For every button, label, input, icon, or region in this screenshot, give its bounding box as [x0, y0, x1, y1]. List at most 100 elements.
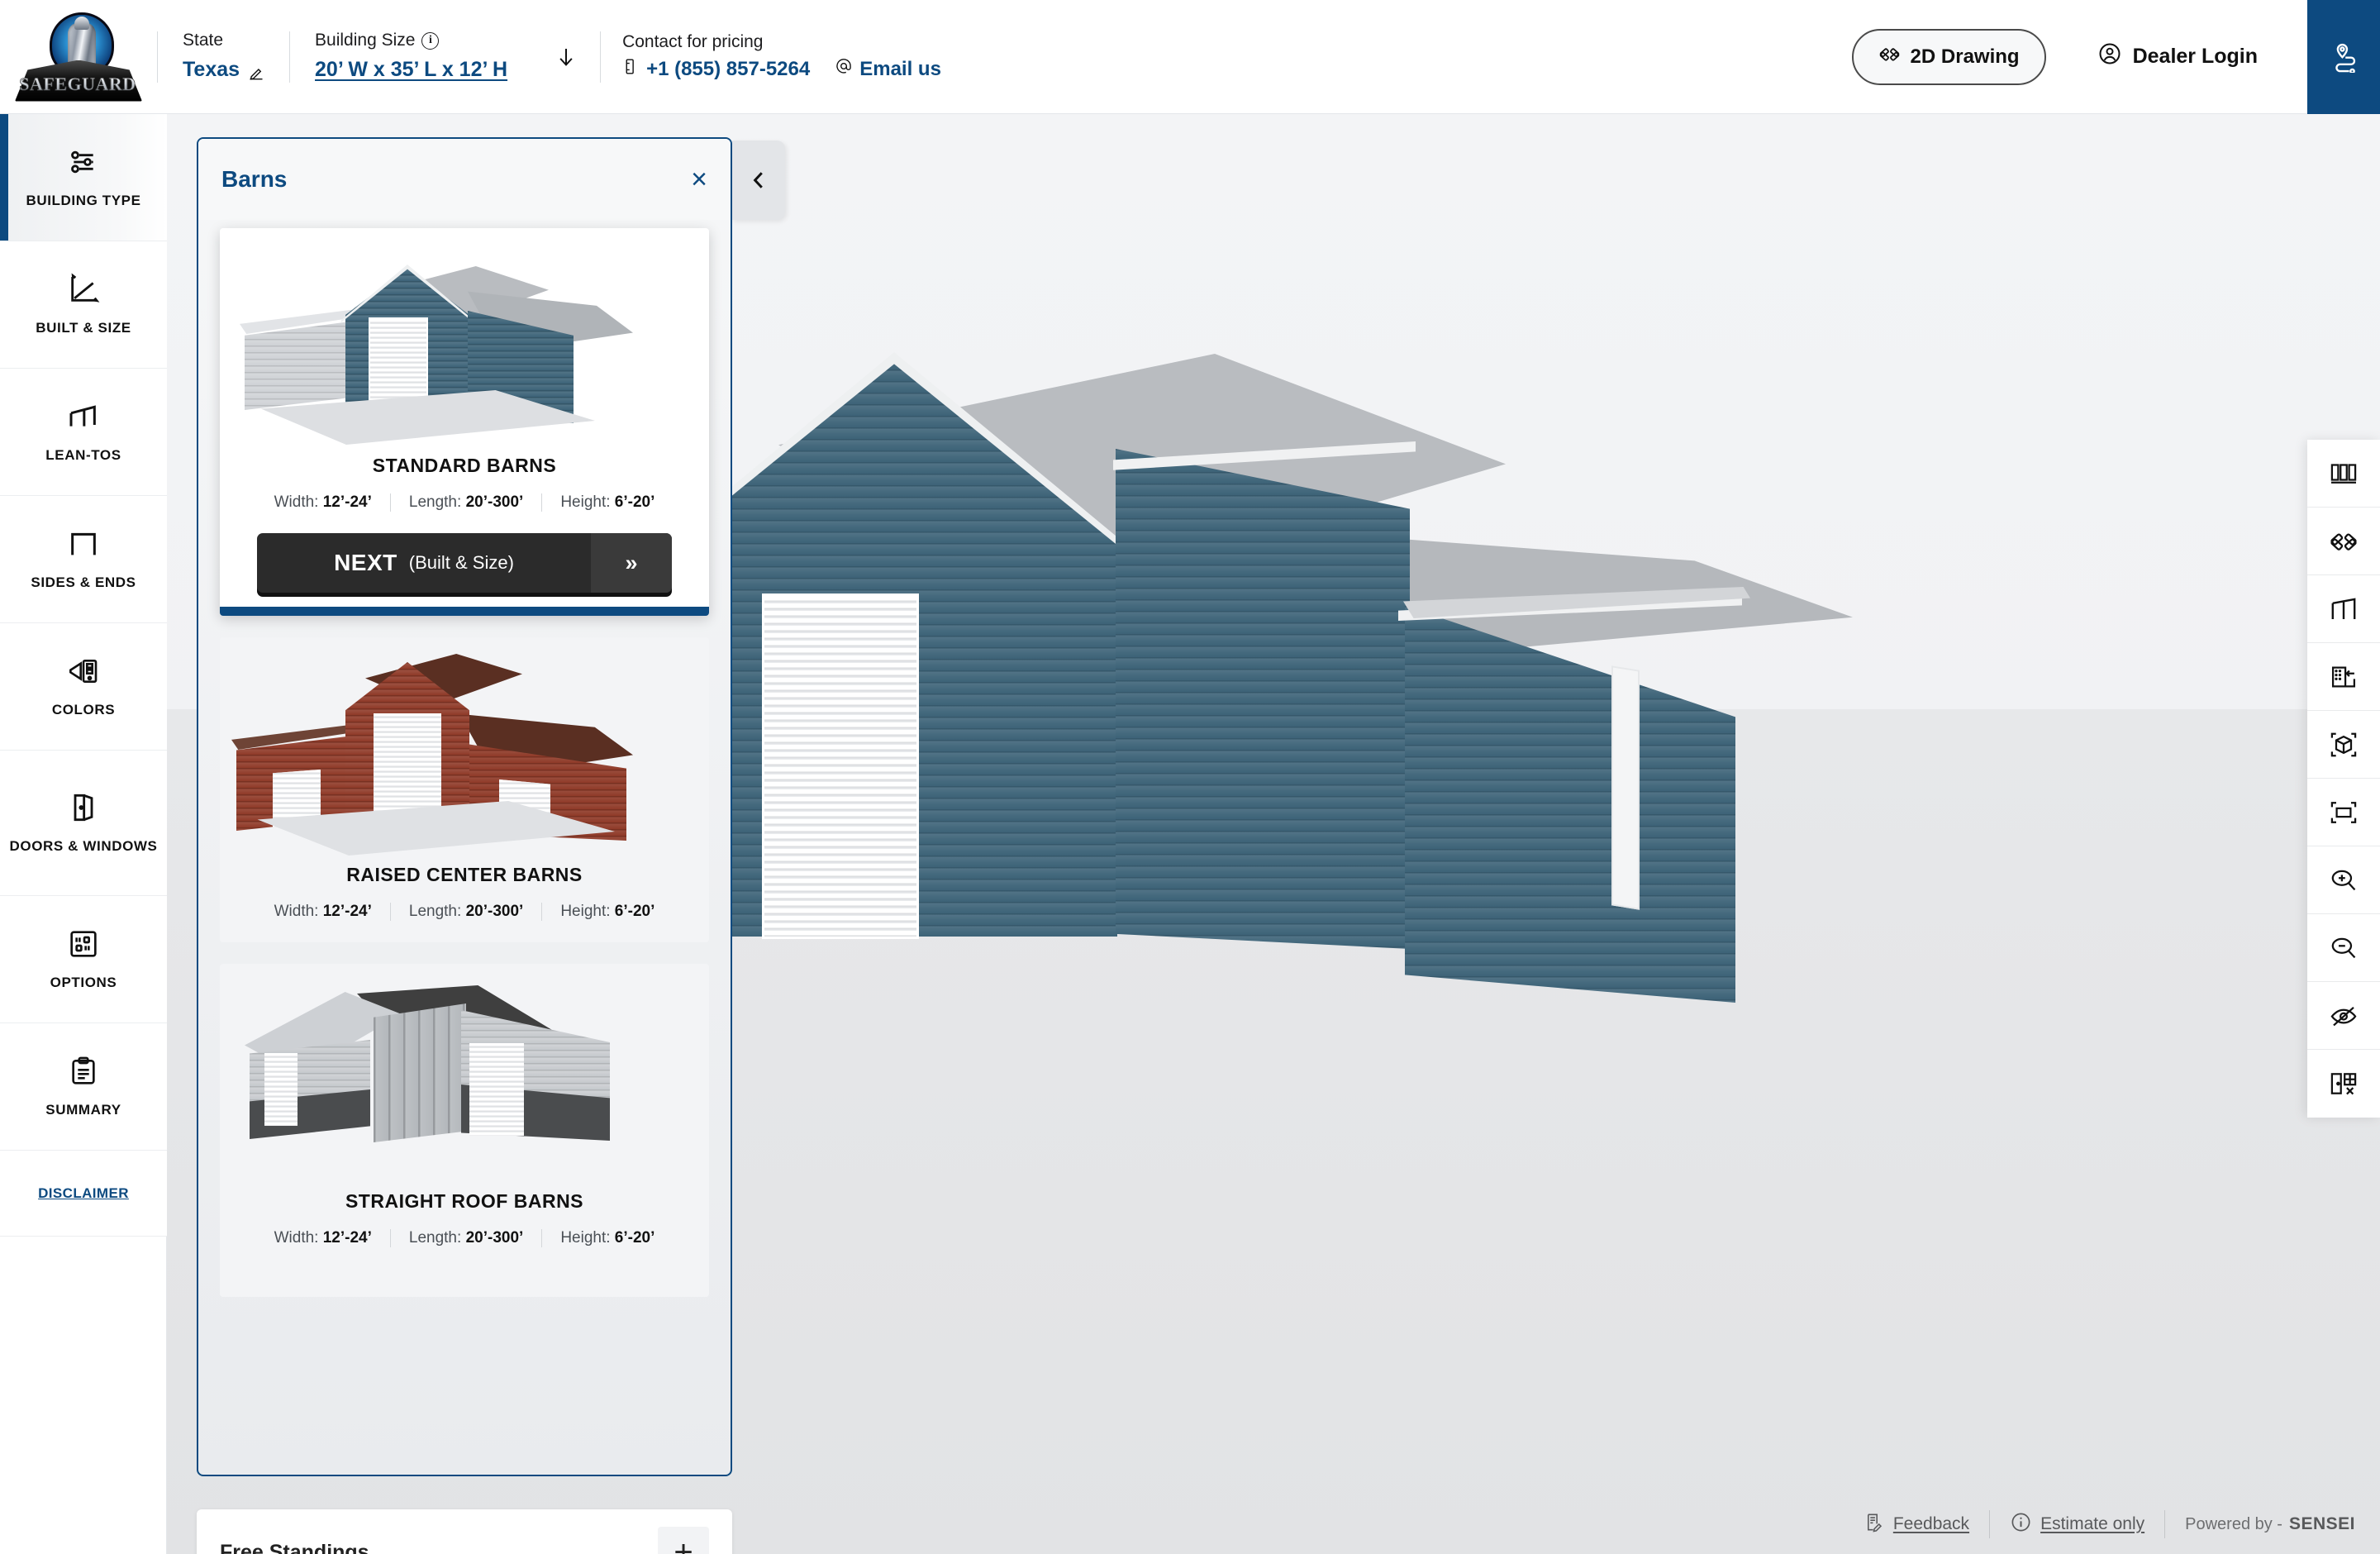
chart-axis-icon — [67, 273, 100, 310]
panel-title: Barns — [221, 166, 288, 192]
barns-panel: Barns × STANDARD BARNS Width: 12’-24’ Le… — [197, 137, 732, 1476]
eye-off-icon[interactable] — [2307, 982, 2380, 1050]
spec-value: 6’-20’ — [614, 493, 655, 511]
feedback-label: Feedback — [1892, 1514, 1970, 1533]
hide-doors-windows-icon[interactable] — [2307, 1050, 2380, 1118]
card-title: RAISED CENTER BARNS — [346, 864, 583, 885]
spec-label: Height: — [560, 1229, 611, 1247]
logo-text: SAFEGUARD — [13, 73, 142, 95]
state-block[interactable]: State Texas — [158, 0, 289, 114]
sidebar-item-summary[interactable]: SUMMARY — [0, 1023, 167, 1151]
card-specs: Width: 12’-24’ Length: 20’-300’ Height: … — [220, 1229, 709, 1247]
building-left-arrow-icon[interactable] — [2307, 643, 2380, 711]
dealer-login-button[interactable]: Dealer Login — [2097, 41, 2258, 72]
app-root: SAFEGUARD State Texas Building Size i 20… — [0, 0, 2380, 1554]
2d-drawing-button[interactable]: 2D Drawing — [1851, 28, 2046, 85]
estimate-only-link[interactable]: Estimate only — [1990, 1511, 2164, 1538]
viewport-toolbar — [2307, 440, 2380, 1118]
sidebar-item-label: OPTIONS — [50, 974, 117, 990]
disclaimer-link[interactable]: DISCLAIMER — [38, 1185, 129, 1202]
sidebar-item-options[interactable]: OPTIONS — [0, 896, 167, 1023]
right-wing-wall — [1405, 606, 1735, 1003]
panels-icon[interactable] — [2307, 440, 2380, 508]
free-standings-wrap: Free Standings + — [197, 1488, 732, 1554]
plus-icon[interactable]: + — [658, 1527, 709, 1554]
section-free-standings[interactable]: Free Standings + — [197, 1509, 732, 1554]
pencil-icon[interactable] — [248, 62, 264, 80]
3d-box-icon[interactable] — [2307, 711, 2380, 779]
feedback-link[interactable]: Feedback — [1844, 1512, 1989, 1537]
feedback-icon — [1864, 1512, 1885, 1537]
spec-value: 6’-20’ — [614, 1229, 655, 1247]
contact-block: Contact for pricing +1 (855) 857-5264 Em… — [601, 0, 963, 114]
next-button[interactable]: NEXT (Built & Size) » — [257, 533, 672, 593]
sidebar-item-built-and-size[interactable]: BUILT & SIZE — [0, 241, 167, 369]
spec-value: 20’-300’ — [465, 903, 524, 920]
route-pin-icon[interactable] — [2307, 0, 2380, 114]
building-size-block[interactable]: Building Size i 20’ W x 35’ L x 12’ H — [290, 0, 532, 114]
lean-to-icon — [67, 400, 100, 437]
sidebar-item-label: LEAN-TOS — [45, 446, 121, 463]
sliders-icon — [67, 145, 100, 183]
binary-square-icon — [67, 927, 100, 965]
roll-up-door[interactable] — [762, 593, 919, 939]
fit-frame-icon[interactable] — [2307, 779, 2380, 846]
sidebar-item-label: SIDES & ENDS — [31, 574, 136, 590]
spec-label: Height: — [560, 903, 611, 920]
clipboard-icon — [67, 1055, 100, 1092]
card-image-straight-roof-barns — [220, 964, 709, 1185]
chevron-left-icon — [753, 172, 763, 188]
card-title: STRAIGHT ROOF BARNS — [345, 1190, 584, 1212]
info-circle-icon — [2010, 1511, 2032, 1538]
card-straight-roof-barns[interactable]: STRAIGHT ROOF BARNS Width: 12’-24’ Lengt… — [220, 964, 709, 1297]
sidebar-item-sides-and-ends[interactable]: SIDES & ENDS — [0, 496, 167, 623]
sidebar-item-label: SUMMARY — [45, 1101, 121, 1118]
spec-value: 20’-300’ — [465, 1229, 524, 1247]
building-size-value[interactable]: 20’ W x 35’ L x 12’ H — [315, 56, 507, 84]
app-header: SAFEGUARD State Texas Building Size i 20… — [0, 0, 2380, 114]
brand-logo[interactable]: SAFEGUARD — [0, 0, 157, 114]
spec-label: Height: — [560, 493, 611, 511]
spec-label: Width: — [274, 1229, 319, 1247]
email-link[interactable]: Email us — [835, 57, 941, 81]
spec-label: Length: — [408, 1229, 462, 1247]
info-circle-icon[interactable]: i — [421, 32, 440, 50]
spec-value: 6’-20’ — [614, 903, 655, 920]
state-label: State — [183, 31, 224, 50]
lean-to-icon[interactable] — [2307, 575, 2380, 643]
main-side-wall — [1116, 449, 1410, 949]
color-swatch-icon — [67, 655, 100, 692]
sidebar-item-label: COLORS — [51, 701, 116, 717]
sidebar-item-colors[interactable]: COLORS — [0, 623, 167, 751]
user-circle-icon — [2097, 41, 2122, 72]
panel-header: Barns × — [198, 139, 731, 220]
section-title: Free Standings — [220, 1540, 369, 1554]
sidebar-item-label: DOORS & WINDOWS — [9, 837, 158, 854]
next-label: NEXT — [334, 550, 397, 575]
2d-drawing-label: 2D Drawing — [1910, 45, 2020, 68]
sidebar-item-doors-and-windows[interactable]: DOORS & WINDOWS — [0, 751, 167, 896]
sidebar-disclaimer[interactable]: DISCLAIMER — [0, 1151, 167, 1237]
viewport-footer: Feedback Estimate only Powered by - SENS… — [1844, 1494, 2380, 1554]
panel-collapse-button[interactable] — [732, 141, 785, 220]
2d-drawing-icon[interactable] — [2307, 508, 2380, 575]
spec-value: 12’-24’ — [322, 903, 372, 920]
spec-value: 20’-300’ — [465, 493, 524, 511]
next-sublabel: (Built & Size) — [408, 552, 514, 573]
sidebar-item-building-type[interactable]: BUILDING TYPE — [0, 114, 167, 241]
card-raised-center-barns[interactable]: RAISED CENTER BARNS Width: 12’-24’ Lengt… — [220, 637, 709, 942]
card-standard-barns[interactable]: STANDARD BARNS Width: 12’-24’ Length: 20… — [220, 228, 709, 616]
sidebar-item-label: BUILT & SIZE — [36, 319, 131, 336]
card-image-raised-center-barns — [220, 637, 709, 859]
zoom-out-icon[interactable] — [2307, 914, 2380, 982]
zoom-in-icon[interactable] — [2307, 846, 2380, 914]
powered-by: Powered by - SENSEI — [2165, 1514, 2365, 1534]
walk-door[interactable] — [1611, 665, 1640, 910]
email-label: Email us — [859, 57, 941, 80]
arrow-down-icon[interactable] — [532, 0, 600, 114]
sidebar-item-lean-tos[interactable]: LEAN-TOS — [0, 369, 167, 496]
phone-link[interactable]: +1 (855) 857-5264 — [622, 58, 810, 81]
close-icon[interactable]: × — [691, 165, 707, 193]
spec-label: Width: — [274, 493, 319, 511]
powered-prefix: Powered by - — [2185, 1514, 2282, 1533]
